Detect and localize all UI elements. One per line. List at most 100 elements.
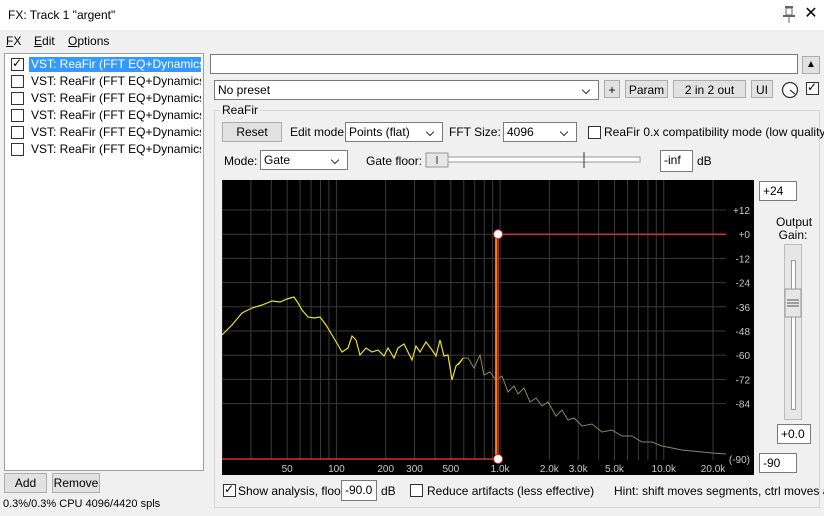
edit-mode-value: Points (flat) xyxy=(349,125,410,139)
title-bar xyxy=(0,0,824,30)
group-title: ReaFir xyxy=(220,103,261,117)
freq-tick-label: 5.0k xyxy=(605,464,625,475)
chevron-down-icon xyxy=(332,152,342,168)
fx-list-item-label: VST: ReaFir (FFT EQ+Dynamics ... xyxy=(29,57,201,72)
close-icon[interactable]: ✕ xyxy=(800,3,822,25)
db-tick-label: +12 xyxy=(733,206,750,217)
param-button[interactable]: Param xyxy=(625,80,668,98)
db-tick-label: -24 xyxy=(736,279,751,290)
fft-size-dropdown[interactable]: 4096 xyxy=(503,122,577,142)
remove-fx-button[interactable]: Remove xyxy=(52,473,100,493)
fx-enable-checkbox[interactable] xyxy=(11,126,24,139)
edit-mode-label: Edit mode: xyxy=(290,125,348,139)
eq-point-handle xyxy=(493,229,504,240)
fx-list-item[interactable]: VST: ReaFir (FFT EQ+Dynamics ... xyxy=(7,141,203,158)
preset-value: No preset xyxy=(218,83,271,97)
menu-bar: FX Edit Options xyxy=(0,30,824,52)
gain-max-field[interactable]: +24 xyxy=(759,181,797,201)
freq-tick-label: 200 xyxy=(377,464,394,475)
db-tick-label: -48 xyxy=(736,327,751,338)
db-tick-label: +0 xyxy=(739,230,751,241)
edit-mode-dropdown[interactable]: Points (flat) xyxy=(345,122,443,142)
freq-tick-label: 100 xyxy=(328,464,345,475)
freq-tick-label: 3.0k xyxy=(569,464,589,475)
menu-fx[interactable]: FX xyxy=(6,34,21,48)
gain-min-field[interactable]: -90 xyxy=(759,453,797,473)
fx-enable-checkbox[interactable] xyxy=(11,92,24,105)
frequency-response-graph[interactable]: +12 +0 -12 -24 -36 -48 -60 -72 -84 (-90) 50 100 200 3… xyxy=(221,180,754,475)
chevron-down-icon xyxy=(583,82,593,98)
add-preset-button[interactable]: + xyxy=(604,80,620,98)
mode-label: Mode: xyxy=(224,154,258,168)
compat-mode-checkbox[interactable] xyxy=(588,126,601,139)
add-fx-button[interactable]: Add xyxy=(4,473,47,493)
db-tick-label: -12 xyxy=(736,254,751,265)
fx-list-item[interactable]: VST: ReaFir (FFT EQ+Dynamics ... xyxy=(7,73,203,90)
analysis-floor-field[interactable]: -90.0 xyxy=(341,480,377,501)
pin-icon[interactable] xyxy=(780,4,798,24)
fx-list-item[interactable]: VST: ReaFir (FFT EQ+Dynamics ... xyxy=(7,56,203,73)
hint-text: Hint: shift moves segments, ctrl moves a… xyxy=(614,484,824,498)
window-title: FX: Track 1 "argent" xyxy=(8,8,116,22)
fx-list-item[interactable]: VST: ReaFir (FFT EQ+Dynamics ... xyxy=(7,107,203,124)
gate-floor-slider[interactable] xyxy=(424,150,654,170)
fx-enable-checkbox[interactable] xyxy=(11,75,24,88)
fx-enable-checkbox[interactable] xyxy=(11,143,24,156)
menu-edit[interactable]: Edit xyxy=(34,34,55,48)
fx-chain-list[interactable]: VST: ReaFir (FFT EQ+Dynamics ... VST: Re… xyxy=(4,53,204,471)
gate-floor-value-field[interactable]: -inf xyxy=(660,150,693,172)
db-tick-label: (-90) xyxy=(729,455,750,466)
show-analysis-label: Show analysis, floor: xyxy=(238,484,349,498)
bypass-checkbox[interactable] xyxy=(806,80,819,95)
freq-tick-label: 20.0k xyxy=(701,464,726,475)
fx-list-item-label: VST: ReaFir (FFT EQ+Dynamics ... xyxy=(31,108,201,122)
db-tick-label: -60 xyxy=(736,351,751,362)
plugin-name-field[interactable] xyxy=(210,54,798,74)
chevron-down-icon xyxy=(561,124,571,140)
db-tick-label: -36 xyxy=(736,303,751,314)
fx-list-item-label: VST: ReaFir (FFT EQ+Dynamics ... xyxy=(31,74,201,88)
output-gain-thumb[interactable] xyxy=(784,288,802,318)
reset-button[interactable]: Reset xyxy=(222,122,282,142)
fx-list-item-label: VST: ReaFir (FFT EQ+Dynamics ... xyxy=(31,125,201,139)
preset-dropdown[interactable]: No preset xyxy=(214,80,599,100)
reduce-artifacts-label: Reduce artifacts (less effective) xyxy=(427,484,595,498)
io-routing-button[interactable]: 2 in 2 out xyxy=(673,80,746,98)
fx-list-item[interactable]: VST: ReaFir (FFT EQ+Dynamics ... xyxy=(7,90,203,107)
gate-floor-label: Gate floor: xyxy=(366,154,423,168)
wet-knob-icon[interactable] xyxy=(780,80,800,100)
analysis-curve-low xyxy=(221,296,464,381)
fft-size-value: 4096 xyxy=(507,125,534,139)
fx-enable-checkbox[interactable] xyxy=(11,56,24,71)
freq-tick-label: 2.0k xyxy=(540,464,560,475)
freq-tick-label: 1.0k xyxy=(491,464,511,475)
mode-dropdown[interactable]: Gate xyxy=(260,150,348,170)
eq-curve xyxy=(222,233,726,460)
fx-list-item-label: VST: ReaFir (FFT EQ+Dynamics ... xyxy=(31,142,201,156)
ui-button[interactable]: UI xyxy=(751,80,773,98)
db-tick-label: -72 xyxy=(736,375,751,386)
eq-point-handle xyxy=(493,454,504,464)
output-gain-groove xyxy=(791,260,796,410)
fft-size-label: FFT Size: xyxy=(449,125,501,139)
reduce-artifacts-checkbox[interactable] xyxy=(410,484,423,497)
freq-tick-label: 50 xyxy=(282,464,294,475)
fx-list-item-label: VST: ReaFir (FFT EQ+Dynamics ... xyxy=(31,91,201,105)
analysis-floor-unit: dB xyxy=(381,484,396,498)
cpu-status: 0.3%/0.3% CPU 4096/4420 spls xyxy=(3,498,161,510)
compat-mode-label: ReaFir 0.x compatibility mode (low quali… xyxy=(604,125,824,139)
db-tick-label: -84 xyxy=(736,400,751,411)
freq-tick-label: 300 xyxy=(406,464,423,475)
gate-floor-unit: dB xyxy=(697,154,712,168)
show-analysis-checkbox[interactable] xyxy=(223,482,236,497)
chevron-down-icon xyxy=(427,124,437,140)
freq-tick-label: 10.0k xyxy=(652,464,677,475)
gain-value-field[interactable]: +0.0 xyxy=(777,424,811,444)
freq-tick-label: 500 xyxy=(442,464,459,475)
menu-options[interactable]: Options xyxy=(68,34,109,48)
fx-enable-checkbox[interactable] xyxy=(11,109,24,122)
scroll-arrow-icon[interactable]: ▲ xyxy=(802,56,820,74)
output-gain-label: Output Gain: xyxy=(776,215,813,242)
mode-value: Gate xyxy=(264,153,291,167)
fx-list-item[interactable]: VST: ReaFir (FFT EQ+Dynamics ... xyxy=(7,124,203,141)
